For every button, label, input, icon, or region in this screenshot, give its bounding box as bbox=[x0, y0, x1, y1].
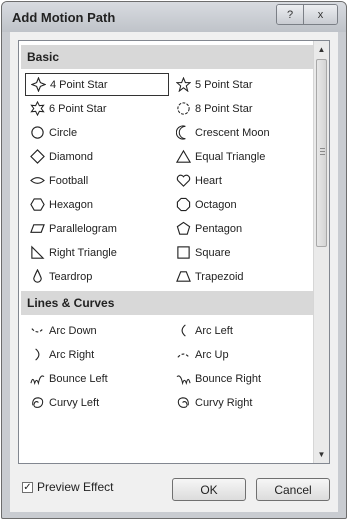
item-curvy-right[interactable]: Curvy Right bbox=[171, 391, 315, 414]
heart-icon bbox=[175, 173, 191, 189]
arc-down-icon bbox=[29, 323, 45, 339]
item-5-point-star[interactable]: 5 Point Star bbox=[171, 73, 315, 96]
title-buttons: ? x bbox=[276, 4, 338, 25]
close-button[interactable]: x bbox=[303, 5, 337, 24]
diamond-icon bbox=[29, 149, 45, 165]
item-octagon[interactable]: Octagon bbox=[171, 193, 315, 216]
item-pentagon[interactable]: Pentagon bbox=[171, 217, 315, 240]
teardrop-icon bbox=[29, 269, 45, 285]
item-6-point-star[interactable]: 6 Point Star bbox=[25, 97, 169, 120]
parallelogram-icon bbox=[29, 221, 45, 237]
arc-left-icon bbox=[175, 323, 191, 339]
crescent-moon-icon bbox=[175, 125, 191, 141]
item-curvy-left[interactable]: Curvy Left bbox=[25, 391, 169, 414]
title-bar: Add Motion Path ? x bbox=[2, 2, 346, 32]
star8-icon bbox=[175, 101, 191, 117]
hexagon-icon bbox=[29, 197, 45, 213]
item-right-triangle[interactable]: Right Triangle bbox=[25, 241, 169, 264]
item-arc-down[interactable]: Arc Down bbox=[25, 319, 169, 342]
star4-icon bbox=[30, 77, 46, 93]
bounce-left-icon bbox=[29, 371, 45, 387]
item-trapezoid[interactable]: Trapezoid bbox=[171, 265, 315, 288]
item-teardrop[interactable]: Teardrop bbox=[25, 265, 169, 288]
curvy-right-icon bbox=[175, 395, 191, 411]
star5-icon bbox=[175, 77, 191, 93]
item-circle[interactable]: Circle bbox=[25, 121, 169, 144]
item-bounce-left[interactable]: Bounce Left bbox=[25, 367, 169, 390]
ok-button[interactable]: OK bbox=[172, 478, 246, 501]
item-hexagon[interactable]: Hexagon bbox=[25, 193, 169, 216]
item-4-point-star[interactable]: 4 Point Star bbox=[25, 73, 169, 96]
list-scrollbar[interactable]: ▲ ▼ bbox=[313, 41, 329, 463]
football-icon bbox=[29, 173, 45, 189]
dialog-body: Basic 4 Point Star 5 Point Star 6 Point … bbox=[10, 32, 338, 512]
item-equal-triangle[interactable]: Equal Triangle bbox=[171, 145, 315, 168]
item-arc-right[interactable]: Arc Right bbox=[25, 343, 169, 366]
help-button[interactable]: ? bbox=[277, 5, 303, 24]
bounce-right-icon bbox=[175, 371, 191, 387]
motion-path-list[interactable]: Basic 4 Point Star 5 Point Star 6 Point … bbox=[18, 40, 330, 464]
item-square[interactable]: Square bbox=[171, 241, 315, 264]
category-lines-curves: Lines & Curves bbox=[21, 291, 313, 315]
item-football[interactable]: Football bbox=[25, 169, 169, 192]
item-heart[interactable]: Heart bbox=[171, 169, 315, 192]
item-bounce-right[interactable]: Bounce Right bbox=[171, 367, 315, 390]
circle-icon bbox=[29, 125, 45, 141]
item-arc-left[interactable]: Arc Left bbox=[171, 319, 315, 342]
item-diamond[interactable]: Diamond bbox=[25, 145, 169, 168]
trapezoid-icon bbox=[175, 269, 191, 285]
arc-up-icon bbox=[175, 347, 191, 363]
item-8-point-star[interactable]: 8 Point Star bbox=[171, 97, 315, 120]
right-triangle-icon bbox=[29, 245, 45, 261]
dialog-title: Add Motion Path bbox=[12, 10, 116, 25]
preview-effect-label[interactable]: Preview Effect bbox=[37, 480, 113, 494]
pentagon-icon bbox=[175, 221, 191, 237]
octagon-icon bbox=[175, 197, 191, 213]
star6-icon bbox=[29, 101, 45, 117]
preview-effect-checkbox[interactable]: ✓ bbox=[22, 482, 33, 493]
item-parallelogram[interactable]: Parallelogram bbox=[25, 217, 169, 240]
scroll-thumb[interactable] bbox=[316, 59, 327, 247]
cancel-button[interactable]: Cancel bbox=[256, 478, 330, 501]
square-icon bbox=[175, 245, 191, 261]
dialog-footer: ✓ Preview Effect OK Cancel bbox=[18, 470, 330, 504]
scroll-up-arrow-icon[interactable]: ▲ bbox=[314, 41, 329, 57]
item-arc-up[interactable]: Arc Up bbox=[171, 343, 315, 366]
curvy-left-icon bbox=[29, 395, 45, 411]
triangle-icon bbox=[175, 149, 191, 165]
category-basic: Basic bbox=[21, 45, 313, 69]
item-crescent-moon[interactable]: Crescent Moon bbox=[171, 121, 315, 144]
arc-right-icon bbox=[29, 347, 45, 363]
dialog-window: Add Motion Path ? x Basic 4 Point Star 5… bbox=[1, 1, 347, 519]
scroll-down-arrow-icon[interactable]: ▼ bbox=[314, 446, 329, 462]
